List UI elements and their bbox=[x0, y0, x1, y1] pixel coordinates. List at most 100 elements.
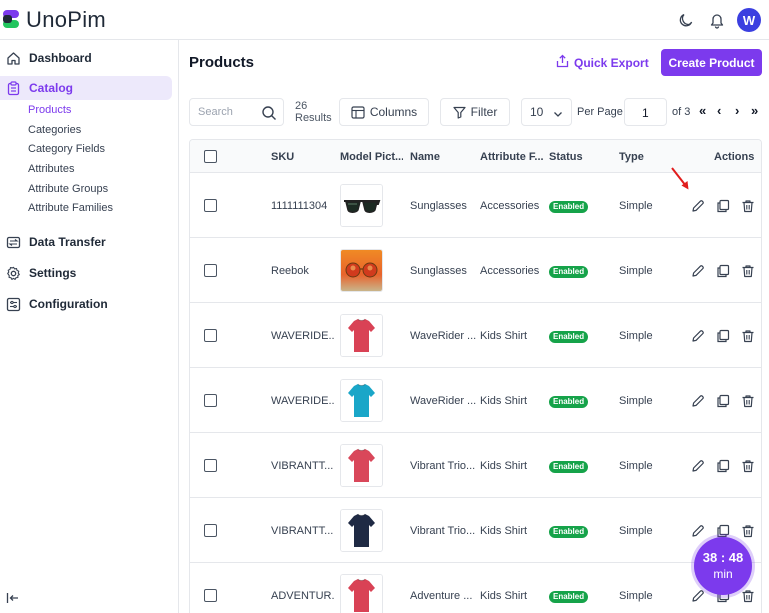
row-type: Simple bbox=[619, 460, 653, 472]
sidebar-subitem-attribute-families[interactable]: Attribute Families bbox=[28, 202, 113, 214]
edit-pencil-icon[interactable] bbox=[690, 458, 706, 474]
column-header-attribute-family[interactable]: Attribute F... bbox=[480, 151, 544, 163]
table-row: Reebok Sunglasses Accessories Enabled Simple bbox=[190, 238, 761, 303]
dark-mode-moon-icon[interactable] bbox=[676, 10, 696, 30]
edit-pencil-icon[interactable] bbox=[690, 393, 706, 409]
row-sku: WAVERIDE... bbox=[271, 330, 335, 342]
notification-bell-icon[interactable] bbox=[707, 10, 727, 30]
sidebar: Dashboard Catalog Products Categories Ca… bbox=[0, 40, 179, 613]
per-page-select[interactable]: 10 bbox=[521, 98, 572, 126]
page-title: Products bbox=[189, 54, 255, 71]
row-name: WaveRider ... bbox=[410, 330, 476, 342]
row-sku: Reebok bbox=[271, 265, 309, 277]
column-header-name[interactable]: Name bbox=[410, 151, 440, 163]
sidebar-item-label: Catalog bbox=[29, 81, 74, 95]
sidebar-subitem-categories[interactable]: Categories bbox=[28, 124, 81, 136]
column-header-model-picture[interactable]: Model Pict... bbox=[340, 151, 403, 163]
quick-export-button[interactable]: Quick Export bbox=[556, 54, 649, 71]
sidebar-item-dashboard[interactable]: Dashboard bbox=[0, 46, 172, 70]
column-header-type[interactable]: Type bbox=[619, 151, 644, 163]
copy-duplicate-icon[interactable] bbox=[715, 328, 731, 344]
row-type: Simple bbox=[619, 200, 653, 212]
table-row: ADVENTUR... Adventure ... Kids Shirt Enable… bbox=[190, 563, 761, 613]
results-count-label: Results bbox=[295, 112, 332, 124]
columns-label: Columns bbox=[369, 105, 418, 119]
row-select-checkbox[interactable] bbox=[204, 394, 217, 407]
edit-pencil-icon[interactable] bbox=[690, 198, 706, 214]
logo-text: UnoPim bbox=[26, 7, 107, 32]
row-select-checkbox[interactable] bbox=[204, 199, 217, 212]
sidebar-item-label: Data Transfer bbox=[29, 235, 106, 249]
sidebar-item-label: Configuration bbox=[29, 297, 108, 311]
collapse-sidebar-icon[interactable] bbox=[6, 592, 20, 607]
search-input[interactable] bbox=[198, 106, 263, 118]
page-number-input[interactable]: 1 bbox=[624, 98, 667, 126]
previous-page-icon[interactable]: ‹ bbox=[717, 103, 721, 118]
create-product-button[interactable]: Create Product bbox=[661, 49, 762, 76]
delete-trash-icon[interactable] bbox=[740, 393, 756, 409]
column-header-status[interactable]: Status bbox=[549, 151, 583, 163]
select-all-checkbox[interactable] bbox=[204, 150, 217, 163]
row-select-checkbox[interactable] bbox=[204, 329, 217, 342]
columns-button[interactable]: Columns bbox=[339, 98, 429, 126]
edit-pencil-icon[interactable] bbox=[690, 588, 706, 604]
status-badge: Enabled bbox=[549, 396, 589, 408]
row-type: Simple bbox=[619, 395, 653, 407]
copy-duplicate-icon[interactable] bbox=[715, 198, 731, 214]
first-page-icon[interactable]: « bbox=[699, 103, 706, 118]
filter-label: Filter bbox=[470, 105, 498, 119]
product-thumbnail bbox=[340, 509, 383, 552]
edit-pencil-icon[interactable] bbox=[690, 263, 706, 279]
search-icon[interactable] bbox=[261, 105, 277, 126]
row-sku: VIBRANTT... bbox=[271, 525, 334, 537]
sidebar-subitem-attribute-groups[interactable]: Attribute Groups bbox=[28, 183, 108, 195]
logo[interactable]: UnoPim bbox=[0, 6, 106, 34]
edit-pencil-icon[interactable] bbox=[690, 523, 706, 539]
row-select-checkbox[interactable] bbox=[204, 264, 217, 277]
row-select-checkbox[interactable] bbox=[204, 524, 217, 537]
user-avatar[interactable]: W bbox=[737, 8, 761, 32]
results-count: 26 Results bbox=[295, 100, 332, 124]
delete-trash-icon[interactable] bbox=[740, 198, 756, 214]
transfer-icon bbox=[5, 234, 21, 250]
delete-trash-icon[interactable] bbox=[740, 523, 756, 539]
chevron-down-icon bbox=[553, 107, 563, 121]
sidebar-item-settings[interactable]: Settings bbox=[0, 261, 172, 285]
column-header-sku[interactable]: SKU bbox=[271, 151, 294, 163]
table-row: WAVERIDE... WaveRider ... Kids Shirt Enable… bbox=[190, 303, 761, 368]
edit-pencil-icon[interactable] bbox=[690, 328, 706, 344]
delete-trash-icon[interactable] bbox=[740, 328, 756, 344]
delete-trash-icon[interactable] bbox=[740, 263, 756, 279]
sliders-icon bbox=[5, 296, 21, 312]
row-sku: ADVENTUR... bbox=[271, 590, 335, 602]
row-attribute-family: Kids Shirt bbox=[480, 330, 528, 342]
sidebar-subitem-attributes[interactable]: Attributes bbox=[28, 163, 74, 175]
row-type: Simple bbox=[619, 330, 653, 342]
per-page-value: 10 bbox=[530, 105, 544, 119]
sidebar-item-configuration[interactable]: Configuration bbox=[0, 292, 172, 316]
row-attribute-family: Kids Shirt bbox=[480, 395, 528, 407]
per-page-label: Per Page bbox=[577, 106, 623, 118]
status-badge: Enabled bbox=[549, 201, 589, 213]
sidebar-item-catalog[interactable]: Catalog bbox=[0, 76, 172, 100]
filter-button[interactable]: Filter bbox=[440, 98, 510, 126]
row-select-checkbox[interactable] bbox=[204, 459, 217, 472]
product-thumbnail bbox=[340, 314, 383, 357]
sidebar-subitem-products[interactable]: Products bbox=[28, 104, 71, 116]
delete-trash-icon[interactable] bbox=[740, 588, 756, 604]
sidebar-item-data-transfer[interactable]: Data Transfer bbox=[0, 230, 172, 254]
copy-duplicate-icon[interactable] bbox=[715, 458, 731, 474]
export-upload-icon bbox=[556, 54, 569, 71]
status-badge: Enabled bbox=[549, 461, 589, 473]
top-bar: UnoPim W bbox=[0, 0, 769, 40]
row-select-checkbox[interactable] bbox=[204, 589, 217, 602]
sidebar-subitem-category-fields[interactable]: Category Fields bbox=[28, 143, 105, 155]
delete-trash-icon[interactable] bbox=[740, 458, 756, 474]
table-row: WAVERIDE... WaveRider ... Kids Shirt Enable… bbox=[190, 368, 761, 433]
last-page-icon[interactable]: » bbox=[751, 103, 758, 118]
next-page-icon[interactable]: › bbox=[735, 103, 739, 118]
copy-duplicate-icon[interactable] bbox=[715, 263, 731, 279]
copy-duplicate-icon[interactable] bbox=[715, 393, 731, 409]
status-badge: Enabled bbox=[549, 266, 589, 278]
status-badge: Enabled bbox=[549, 591, 589, 603]
